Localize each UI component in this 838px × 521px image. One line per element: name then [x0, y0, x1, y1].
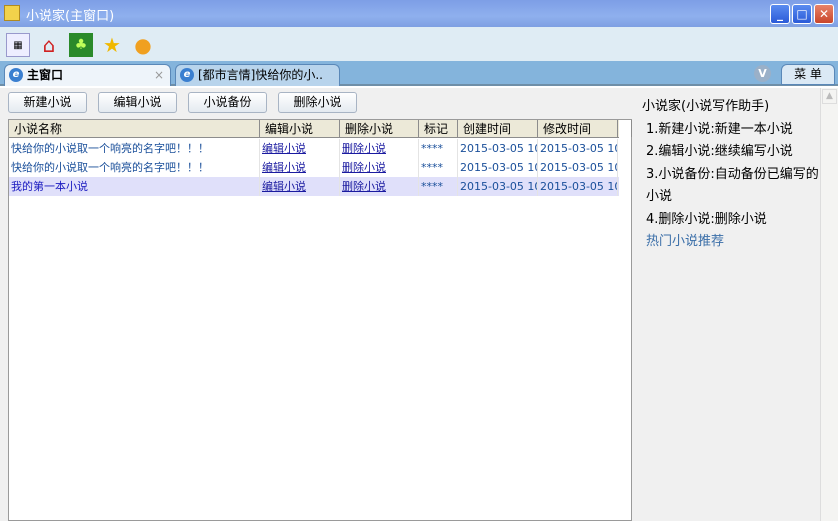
novel-table: 小说名称 编辑小说 删除小说 标记 创建时间 修改时间 快给你的小说取一个响亮的… — [8, 119, 632, 521]
delete-link[interactable]: 删除小说 — [340, 139, 419, 158]
novel-name[interactable]: 快给你的小说取一个响亮的名字吧！！！ — [9, 158, 260, 177]
column-header[interactable]: 创建时间 — [458, 120, 538, 137]
table-header: 小说名称 编辑小说 删除小说 标记 创建时间 修改时间 — [9, 120, 632, 138]
maximize-button[interactable]: □ — [792, 4, 812, 24]
tab-label: [都市言情]快给你的小.. — [198, 68, 323, 82]
mark: **** — [419, 177, 458, 196]
menu-button[interactable]: 菜 单 — [781, 64, 835, 85]
column-header[interactable]: 标记 — [419, 120, 458, 137]
delete-novel-button[interactable]: 删除小说 — [278, 92, 357, 113]
mark: **** — [419, 139, 458, 158]
edit-novel-button[interactable]: 编辑小说 — [98, 92, 177, 113]
help-item: 4.删除小说:删除小说 — [646, 211, 767, 227]
help-item: 3.小说备份:自动备份已编写的小说 — [646, 166, 819, 205]
tab-label: 主窗口 — [27, 68, 64, 82]
table-row[interactable]: 快给你的小说取一个响亮的名字吧！！！ 编辑小说 删除小说 **** 2015-0… — [9, 139, 619, 158]
home-icon[interactable]: ⌂ — [37, 33, 61, 57]
help-panel: 小说家(小说写作助手) 1.新建小说:新建一本小说 2.编辑小说:继续编写小说 … — [634, 88, 820, 521]
delete-link[interactable]: 删除小说 — [340, 158, 419, 177]
tab-main-window[interactable]: e 主窗口 × — [4, 64, 171, 86]
novel-name[interactable]: 我的第一本小说 — [9, 177, 260, 196]
created-time: 2015-03-05 10 — [458, 158, 538, 177]
ie-icon: e — [180, 68, 194, 82]
palette-icon[interactable]: ▦ — [6, 33, 30, 57]
modified-time: 2015-03-05 10 — [538, 139, 618, 158]
tab-novel[interactable]: e [都市言情]快给你的小.. — [175, 64, 340, 86]
edit-link[interactable]: 编辑小说 — [260, 177, 340, 196]
edit-link[interactable]: 编辑小说 — [260, 158, 340, 177]
app-icon — [4, 5, 20, 21]
novel-name[interactable]: 快给你的小说取一个响亮的名字吧！！！ — [9, 139, 260, 158]
ie-icon: e — [9, 68, 23, 82]
table-row[interactable]: 快给你的小说取一个响亮的名字吧！！！ 编辑小说 删除小说 **** 2015-0… — [9, 158, 619, 177]
help-item: 2.编辑小说:继续编写小说 — [646, 144, 793, 159]
column-header-filler — [618, 120, 632, 137]
table-row-selected[interactable]: 我的第一本小说 编辑小说 删除小说 **** 2015-03-05 10 201… — [9, 177, 619, 196]
column-header[interactable]: 编辑小说 — [260, 120, 340, 137]
modified-time: 2015-03-05 10 — [538, 158, 618, 177]
close-button[interactable]: ✕ — [814, 4, 834, 24]
delete-link[interactable]: 删除小说 — [340, 177, 419, 196]
main-panel: 新建小说 编辑小说 小说备份 删除小说 小说名称 编辑小说 删除小说 标记 创建… — [0, 88, 838, 521]
vertical-scrollbar[interactable]: ▲ — [820, 88, 838, 521]
toolbar: ▦ ⌂ ♣ ★ ● — [0, 27, 838, 61]
scroll-up-icon[interactable]: ▲ — [822, 89, 837, 104]
column-header[interactable]: 删除小说 — [340, 120, 419, 137]
new-novel-button[interactable]: 新建小说 — [8, 92, 87, 113]
tab-close-icon[interactable]: × — [154, 65, 164, 85]
created-time: 2015-03-05 10 — [458, 139, 538, 158]
backup-novel-button[interactable]: 小说备份 — [188, 92, 267, 113]
mark: **** — [419, 158, 458, 177]
chat-bubble-icon[interactable]: ● — [131, 33, 155, 57]
star-icon[interactable]: ★ — [100, 33, 124, 57]
edit-link[interactable]: 编辑小说 — [260, 139, 340, 158]
hot-novels-link[interactable]: 热门小说推荐 — [642, 231, 820, 254]
help-item: 1.新建小说:新建一本小说 — [646, 121, 793, 137]
window-title: 小说家(主窗口) — [26, 9, 115, 24]
minimize-button[interactable]: _ — [770, 4, 790, 24]
column-header[interactable]: 小说名称 — [9, 120, 260, 137]
help-title: 小说家(小说写作助手) — [642, 99, 770, 114]
tab-list-button[interactable]: V — [754, 65, 771, 82]
column-header[interactable]: 修改时间 — [538, 120, 618, 137]
game-icon[interactable]: ♣ — [69, 33, 93, 57]
tab-bar: e 主窗口 × e [都市言情]快给你的小.. — [0, 61, 838, 86]
modified-time: 2015-03-05 10 — [538, 177, 618, 196]
created-time: 2015-03-05 10 — [458, 177, 538, 196]
title-bar: 小说家(主窗口) _ □ ✕ — [0, 0, 838, 27]
